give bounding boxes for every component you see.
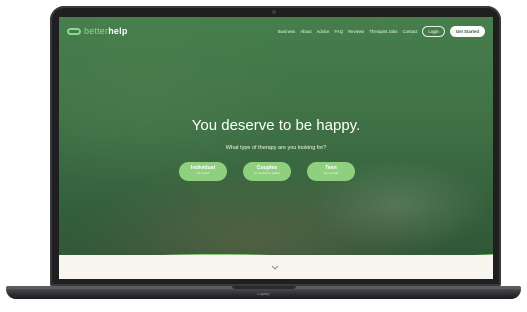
laptop-mockup: betterhelp Business About Advice FAQ Rev… (0, 0, 527, 312)
nav-link-contact[interactable]: Contact (403, 29, 418, 34)
login-button[interactable]: Login (422, 25, 445, 37)
camera-icon (272, 10, 276, 14)
logo-text: betterhelp (84, 26, 128, 36)
logo-text-bold: help (108, 26, 128, 36)
option-title: Couples (256, 165, 278, 171)
hero-title: You deserve to be happy. (191, 117, 361, 134)
nav-link-faq[interactable]: FAQ (334, 29, 343, 34)
nav-link-business[interactable]: Business (278, 29, 295, 34)
option-desc: For my child (323, 172, 339, 175)
nav-links: Business About Advice FAQ Reviews Therap… (278, 25, 485, 37)
therapy-options: Individual For myself Couples For me and… (179, 162, 355, 181)
betterhelp-logo-icon (67, 27, 81, 35)
option-individual-button[interactable]: Individual For myself (179, 162, 227, 181)
logo[interactable]: betterhelp (67, 26, 128, 36)
device-label: Laptop (257, 291, 270, 296)
option-teen-button[interactable]: Teen For my child (307, 162, 355, 181)
chevron-down-icon[interactable] (271, 265, 279, 270)
option-title: Individual (190, 165, 216, 171)
nav-link-advice[interactable]: Advice (317, 29, 330, 34)
screen: betterhelp Business About Advice FAQ Rev… (59, 17, 493, 279)
laptop-notch (232, 286, 296, 289)
option-couples-button[interactable]: Couples For me and my partner (243, 162, 291, 181)
top-nav: betterhelp Business About Advice FAQ Rev… (59, 17, 493, 45)
option-title: Teen (325, 165, 337, 171)
nav-link-therapist-jobs[interactable]: Therapist Jobs (369, 29, 397, 34)
nav-link-reviews[interactable]: Reviews (348, 29, 364, 34)
logo-text-light: better (84, 26, 109, 36)
nav-link-about[interactable]: About (300, 29, 311, 34)
option-desc: For myself (196, 172, 210, 175)
option-desc: For me and my partner (253, 172, 281, 175)
hero-subtitle: What type of therapy are you looking for… (225, 145, 327, 151)
get-started-button[interactable]: Get Started (449, 25, 485, 37)
